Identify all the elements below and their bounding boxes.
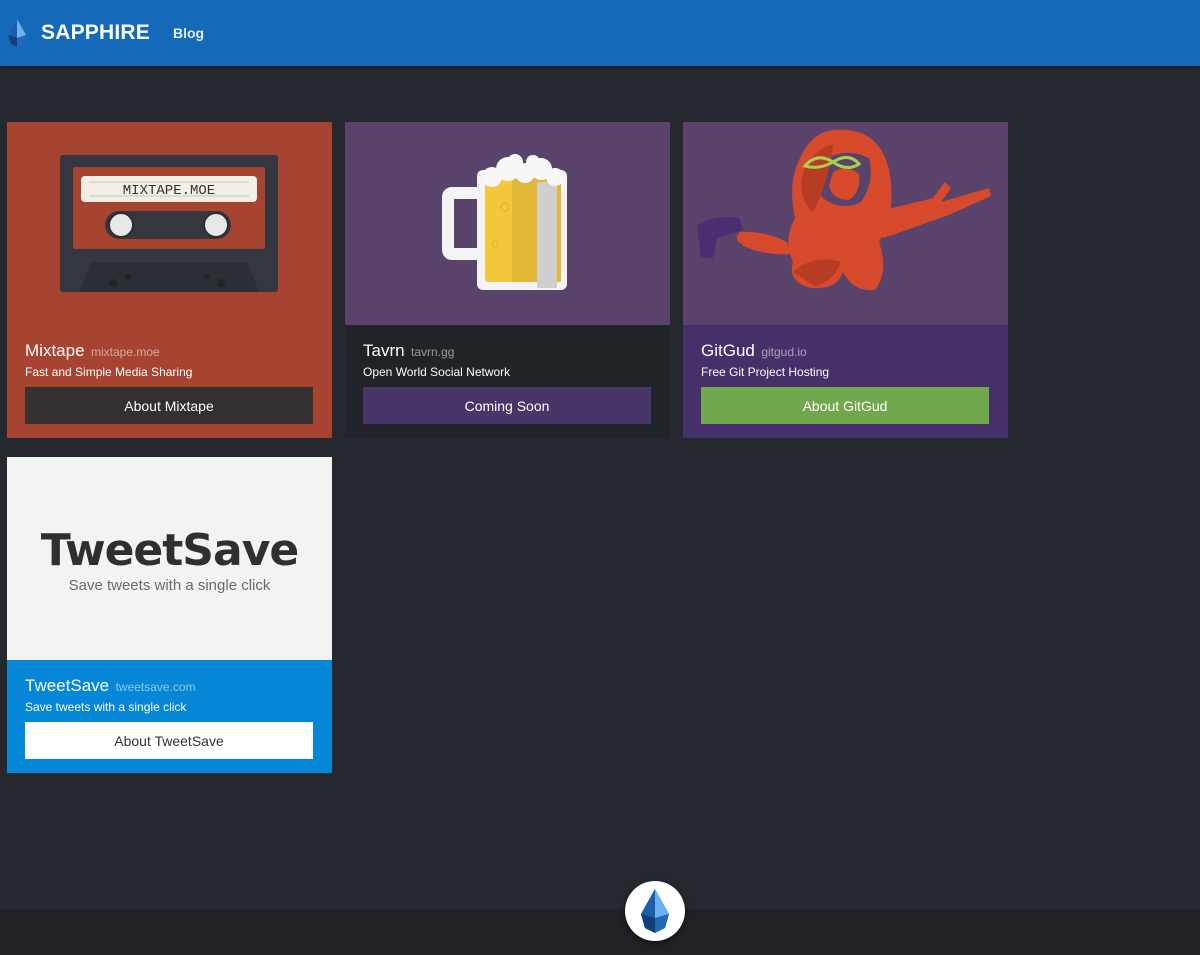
top-navbar: SAPPHIRE Blog <box>0 0 1200 66</box>
card-title-row: Tavrn tavrn.gg <box>363 341 454 361</box>
gitgud-girl-illustration <box>697 129 991 291</box>
footer-logo-button[interactable] <box>625 881 685 941</box>
brand-name: SAPPHIRE <box>41 21 150 44</box>
tweetsave-logo-text: TweetSave <box>40 525 299 576</box>
about-tweetsave-button[interactable]: About TweetSave <box>25 722 313 759</box>
card-description: Save tweets with a single click <box>25 700 187 714</box>
card-image-tavrn <box>345 122 670 325</box>
card-description: Open World Social Network <box>363 365 511 379</box>
card-title-row: TweetSave tweetsave.com <box>25 676 196 696</box>
card-image-mixtape: MIXTAPE.MOE <box>7 122 332 325</box>
card-title-row: Mixtape mixtape.moe <box>25 341 160 361</box>
card-title: TweetSave <box>25 676 110 695</box>
project-card-gitgud: GitGud gitgud.io Free Git Project Hostin… <box>683 122 1008 438</box>
svg-text:MIXTAPE.MOE: MIXTAPE.MOE <box>123 183 215 199</box>
card-title: Tavrn <box>363 341 405 360</box>
about-mixtape-button[interactable]: About Mixtape <box>25 387 313 424</box>
card-domain-link[interactable]: tweetsave.com <box>116 680 196 694</box>
nav-link-blog[interactable]: Blog <box>173 25 204 41</box>
coming-soon-button[interactable]: Coming Soon <box>363 387 651 424</box>
sapphire-gem-icon <box>8 19 26 47</box>
project-card-tavrn: Tavrn tavrn.gg Open World Social Network… <box>345 122 670 438</box>
card-description: Free Git Project Hosting <box>701 365 830 379</box>
card-domain-link[interactable]: mixtape.moe <box>91 345 160 359</box>
sapphire-gem-icon <box>641 889 669 933</box>
card-body-tavrn: Tavrn tavrn.gg Open World Social Network… <box>345 325 670 438</box>
card-body-gitgud: GitGud gitgud.io Free Git Project Hostin… <box>683 325 1008 438</box>
card-title: GitGud <box>701 341 755 360</box>
card-body-tweetsave: TweetSave tweetsave.com Save tweets with… <box>7 660 332 773</box>
card-title-row: GitGud gitgud.io <box>701 341 807 361</box>
tweetsave-logo-tagline: Save tweets with a single click <box>68 577 271 594</box>
footer <box>0 909 1200 955</box>
cassette-icon: MIXTAPE.MOE <box>60 155 278 292</box>
project-card-mixtape: MIXTAPE.MOE Mixtape mixtape.moe Fast and… <box>7 122 332 438</box>
card-title: Mixtape <box>25 341 85 360</box>
beer-mug-icon <box>442 154 567 290</box>
card-description: Fast and Simple Media Sharing <box>25 365 193 379</box>
project-card-tweetsave: TweetSave Save tweets with a single clic… <box>7 457 332 773</box>
card-image-tweetsave: TweetSave Save tweets with a single clic… <box>7 457 332 660</box>
card-body-mixtape: Mixtape mixtape.moe Fast and Simple Medi… <box>7 325 332 438</box>
card-domain-link[interactable]: tavrn.gg <box>411 345 454 359</box>
card-domain-link[interactable]: gitgud.io <box>761 345 806 359</box>
card-image-gitgud <box>683 122 1008 325</box>
about-gitgud-button[interactable]: About GitGud <box>701 387 989 424</box>
brand-link[interactable]: SAPPHIRE <box>0 18 150 48</box>
